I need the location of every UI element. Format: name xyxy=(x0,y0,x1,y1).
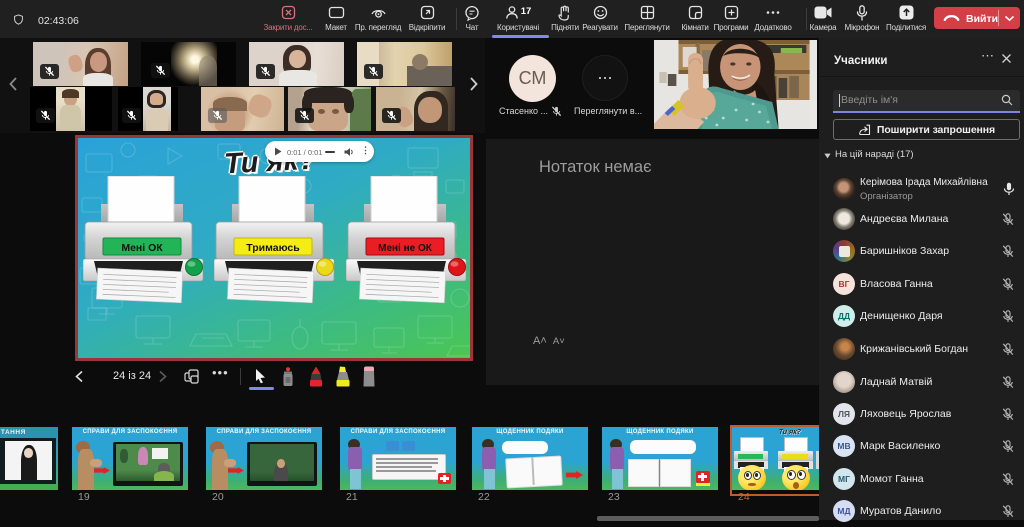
svg-text:Мені не ОК: Мені не ОК xyxy=(378,243,433,254)
svg-text:Тримаюсь: Тримаюсь xyxy=(246,242,300,254)
svg-text:Мені ОК: Мені ОК xyxy=(121,242,163,254)
